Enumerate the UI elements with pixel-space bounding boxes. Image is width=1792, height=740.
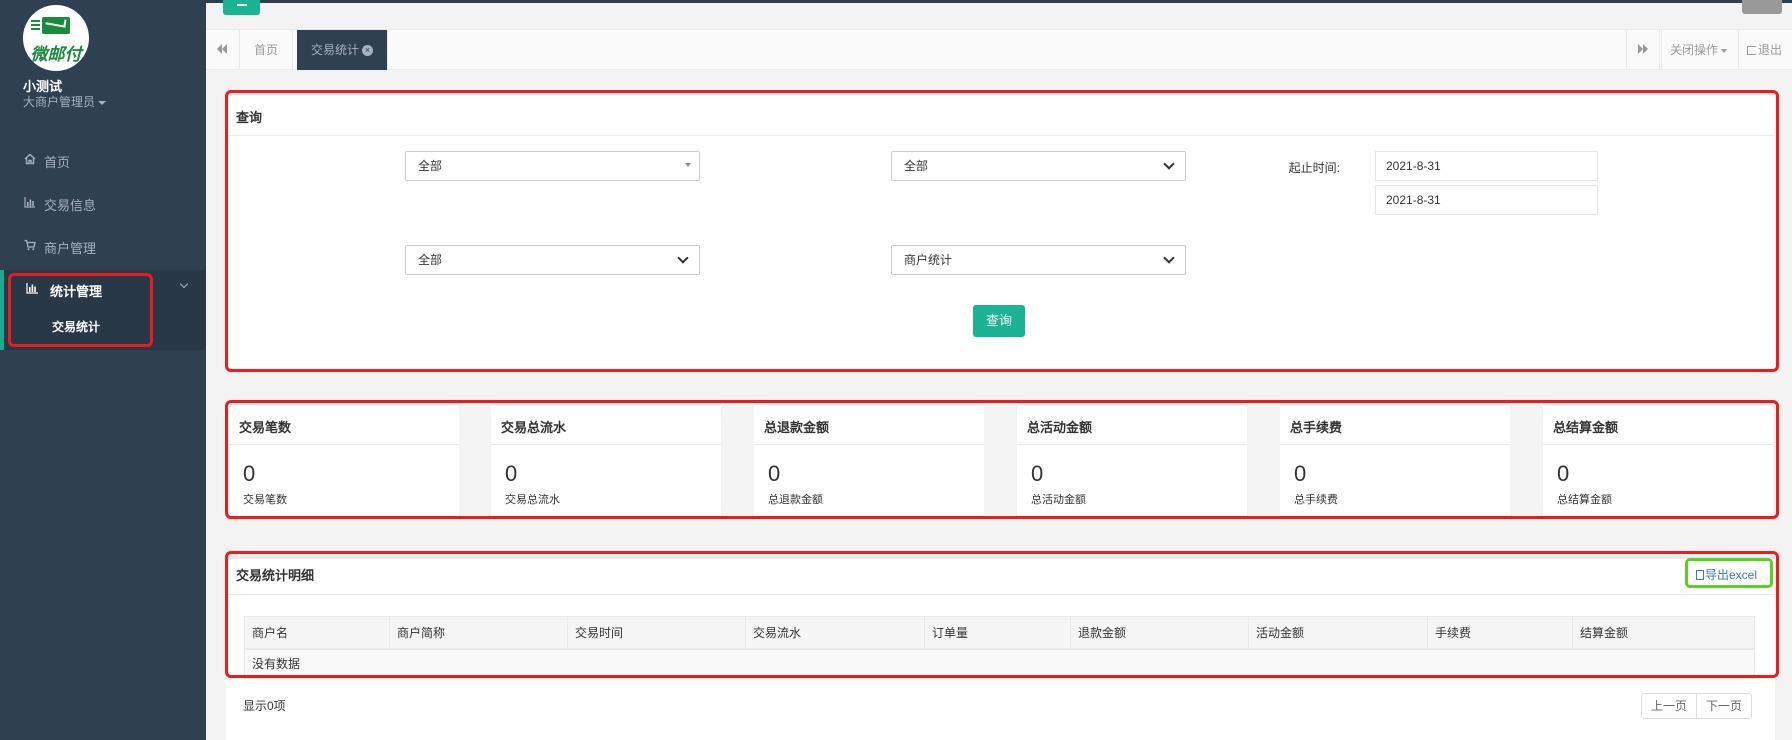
cart-icon [24, 239, 36, 251]
record-count: 显示0项 [243, 699, 286, 713]
sidebar-item-label: 商户管理 [44, 241, 97, 256]
speed-lines-icon [31, 20, 40, 22]
tab-label: 交易统计 [311, 43, 360, 57]
tab-home[interactable]: 首页 [240, 30, 294, 70]
brand-logo: 微邮付 [23, 5, 89, 71]
close-icon[interactable]: × [362, 45, 374, 57]
sidebar-item-label: 交易信息 [44, 198, 97, 213]
bar-chart-icon [24, 197, 35, 208]
logout-button[interactable]: 退出 [1738, 30, 1790, 70]
logout-label: 退出 [1758, 43, 1783, 57]
highlight-box [225, 551, 1779, 678]
highlight-box [8, 273, 153, 347]
hamburger-icon [237, 4, 247, 6]
user-role-label: 大商户管理员 [23, 95, 96, 109]
tab-transaction-stats[interactable]: 交易统计 × [297, 30, 389, 70]
highlight-box [225, 90, 1779, 372]
topbar [206, 0, 1792, 30]
caret-down-icon [1721, 48, 1728, 53]
close-operations-dropdown[interactable]: 关闭操作 [1661, 30, 1735, 70]
top-right-button[interactable] [1742, 0, 1782, 14]
brand-name: 微邮付 [30, 45, 82, 64]
menu-toggle-button[interactable] [223, 0, 260, 15]
sidebar-item-label: 首页 [44, 155, 71, 170]
sidebar-item-home[interactable]: 首页 [0, 140, 206, 180]
chevron-down-icon [179, 279, 189, 289]
next-page-button[interactable]: 下一页 [1696, 693, 1752, 719]
tab-bar: 首页 交易统计 × 关闭操作 退出 [206, 30, 1792, 70]
close-operations-label: 关闭操作 [1670, 43, 1719, 57]
home-icon [24, 153, 36, 165]
tab-scroll-left-button[interactable] [206, 30, 240, 70]
sidebar-item-merchants[interactable]: 商户管理 [0, 226, 206, 266]
sidebar: 微邮付 小测试 大商户管理员 首页 交易信息 商户管理 统计管理 交易统计 [0, 0, 206, 740]
tab-scroll-right-button[interactable] [1626, 30, 1660, 70]
highlight-box-export [1685, 558, 1773, 588]
prev-page-button[interactable]: 上一页 [1641, 693, 1697, 719]
sign-out-icon [1747, 46, 1756, 55]
user-role-dropdown[interactable]: 大商户管理员 [23, 93, 107, 110]
caret-down-icon [98, 100, 107, 105]
envelope-icon [42, 16, 70, 34]
sidebar-item-transactions[interactable]: 交易信息 [0, 183, 206, 223]
highlight-box [225, 400, 1779, 519]
